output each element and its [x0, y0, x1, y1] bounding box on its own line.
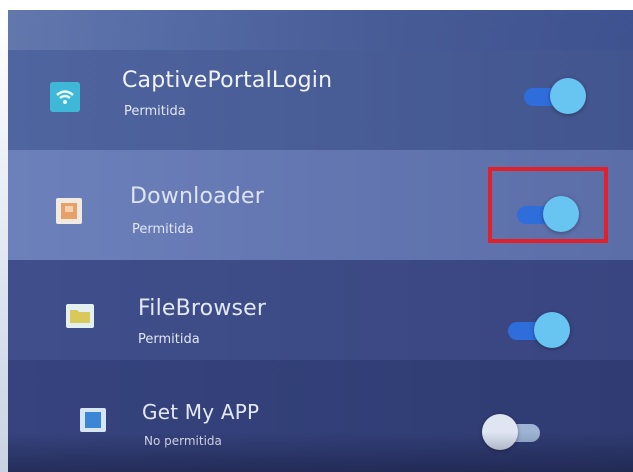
photo-frame: CaptivePortalLogin Permitida Downloader …	[0, 0, 633, 472]
app-name: Get My APP	[142, 400, 260, 424]
highlight-box	[488, 167, 608, 243]
wifi-icon	[50, 82, 80, 112]
filebrowser-toggle[interactable]	[504, 312, 572, 348]
get-my-app-toggle[interactable]	[482, 414, 550, 450]
list-item-filebrowser[interactable]: FileBrowser Permitida	[8, 260, 633, 360]
app-name: Downloader	[130, 184, 264, 209]
folder-icon	[66, 304, 94, 328]
downloader-app-icon	[56, 198, 82, 224]
photo-left-edge	[0, 10, 8, 472]
app-status: Permitida	[138, 332, 200, 347]
app-status: Permitida	[124, 104, 186, 119]
list-item-captiveportallogin[interactable]: CaptivePortalLogin Permitida	[8, 50, 633, 150]
toggle-thumb	[550, 78, 586, 114]
toggle-thumb	[534, 312, 570, 348]
list-item-get-my-app[interactable]: Get My APP No permitida	[8, 360, 633, 472]
app-name: FileBrowser	[138, 296, 267, 321]
get-my-app-icon	[80, 408, 106, 432]
captiveportallogin-toggle[interactable]	[520, 78, 588, 114]
toggle-thumb	[482, 414, 518, 450]
app-name: CaptivePortalLogin	[122, 68, 333, 93]
app-status: Permitida	[132, 222, 194, 237]
app-status: No permitida	[144, 434, 222, 448]
